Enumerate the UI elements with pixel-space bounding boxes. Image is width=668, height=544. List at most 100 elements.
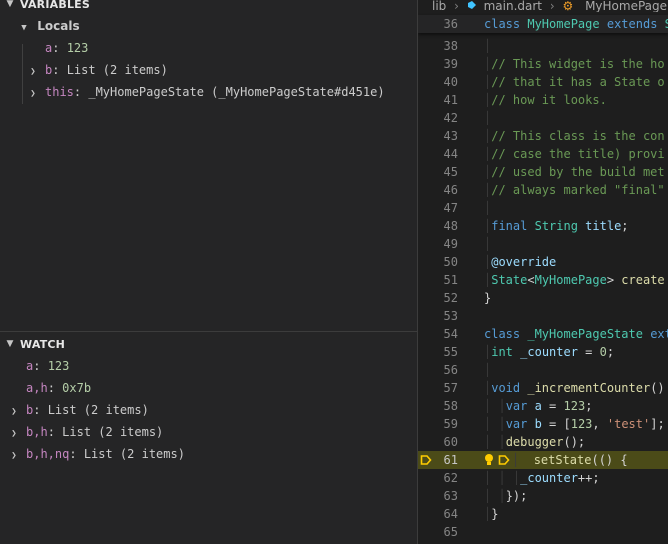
local-variable-row[interactable]: a: 123 bbox=[0, 37, 417, 59]
class-symbol-icon: ⚙ bbox=[562, 0, 574, 12]
chevron-right-icon[interactable]: ❯ bbox=[8, 445, 20, 467]
code-line[interactable]: 56 │ bbox=[418, 361, 668, 379]
code-token: │ │ bbox=[484, 489, 506, 503]
line-number: 55 bbox=[443, 345, 458, 359]
line-code: │ bbox=[484, 37, 491, 55]
watch-expression-row[interactable]: a: 123 bbox=[0, 355, 417, 377]
code-token: extends bbox=[606, 17, 665, 31]
code-token: < bbox=[527, 273, 535, 287]
watch-expression-row[interactable]: ❯ b,h: List (2 items) bbox=[0, 421, 417, 445]
code-line[interactable]: 44 │// case the title) provi bbox=[418, 145, 668, 163]
chevron-down-icon: ▼ bbox=[6, 339, 14, 349]
code-line[interactable]: 55 │int _counter = 0; bbox=[418, 343, 668, 361]
chevron-right-icon[interactable]: ❯ bbox=[8, 401, 20, 423]
code-token: @override bbox=[491, 255, 557, 269]
line-number: 52 bbox=[443, 291, 458, 305]
watch-expression-row[interactable]: a,h: 0x7b bbox=[0, 377, 417, 399]
chevron-right-icon[interactable]: ❯ bbox=[8, 423, 20, 445]
line-number: 54 bbox=[443, 327, 458, 341]
line-number: 49 bbox=[443, 237, 458, 251]
code-token: a bbox=[534, 399, 550, 413]
code-line[interactable]: 65 bbox=[418, 523, 668, 541]
variables-section-header[interactable]: ▼ VARIABLES bbox=[0, 0, 417, 15]
code-line[interactable]: 39 │// This widget is the ho bbox=[418, 55, 668, 73]
locals-scope[interactable]: ▼ Locals bbox=[0, 15, 417, 37]
local-variable-value: 123 bbox=[66, 41, 89, 55]
breadcrumb-file[interactable]: main.dart bbox=[484, 0, 542, 12]
line-number: 48 bbox=[443, 219, 458, 233]
code-line[interactable]: 60 │ │debugger(); bbox=[418, 433, 668, 451]
watch-section-header[interactable]: ▼ WATCH bbox=[0, 333, 417, 355]
lightbulb-icon[interactable] bbox=[484, 453, 494, 467]
breadcrumb-folder[interactable]: lib bbox=[432, 0, 446, 12]
code-line[interactable]: 61 │ setState(() { bbox=[418, 451, 668, 469]
local-variable-row[interactable]: ❯ b: List (2 items) bbox=[0, 59, 417, 83]
code-line[interactable]: 63 │ │}); bbox=[418, 487, 668, 505]
code-token: class bbox=[484, 17, 528, 31]
line-code: │ bbox=[484, 235, 491, 253]
watch-expression-value: 0x7b bbox=[62, 381, 92, 395]
chevron-right-icon: › bbox=[454, 0, 459, 12]
watch-expression-value: List (2 items) bbox=[47, 403, 149, 417]
line-number: 51 bbox=[443, 273, 458, 287]
line-code: │ │}); bbox=[484, 487, 527, 505]
code-line[interactable]: 58 │ │var a = 123; bbox=[418, 397, 668, 415]
code-token: (); bbox=[563, 435, 586, 449]
code-line[interactable]: 41 │// how it looks. bbox=[418, 91, 668, 109]
code-line[interactable]: 50 │@override bbox=[418, 253, 668, 271]
code-line[interactable]: 45 │// used by the build met bbox=[418, 163, 668, 181]
line-number: 45 bbox=[443, 165, 458, 179]
code-token: // This class is the con bbox=[491, 129, 665, 143]
code-token: State bbox=[491, 273, 528, 287]
debug-stackframe-arrow-icon[interactable] bbox=[420, 454, 432, 466]
code-token: _counter bbox=[520, 345, 586, 359]
code-line[interactable]: 59 │ │var b = [123, 'test']; bbox=[418, 415, 668, 433]
code-line[interactable]: 51 │State<MyHomePage> create bbox=[418, 271, 668, 289]
code-line[interactable]: 53 bbox=[418, 307, 668, 325]
sticky-scroll-line[interactable]: 36 class MyHomePage extends S bbox=[418, 15, 668, 33]
code-editor[interactable]: lib › main.dart › ⚙ _MyHomePage 36 class … bbox=[418, 0, 668, 544]
code-line[interactable]: 47 │ bbox=[418, 199, 668, 217]
watch-expression-row[interactable]: ❯ b: List (2 items) bbox=[0, 399, 417, 423]
code-token: class bbox=[484, 327, 528, 341]
line-code: │ setState(() { bbox=[512, 451, 628, 469]
local-variable-row[interactable]: ❯ this: _MyHomePageState (_MyHomePageStat… bbox=[0, 81, 417, 105]
line-code: │@override bbox=[484, 253, 556, 271]
line-code: class _MyHomePageState ext bbox=[484, 325, 668, 343]
chevron-right-icon[interactable]: ❯ bbox=[27, 83, 39, 105]
local-variable-name: this bbox=[45, 85, 74, 99]
line-code: │State<MyHomePage> create bbox=[484, 271, 665, 289]
line-code: class MyHomePage extends S bbox=[484, 15, 668, 33]
code-line[interactable]: 64 │} bbox=[418, 505, 668, 523]
chevron-right-icon[interactable]: ❯ bbox=[27, 61, 39, 83]
line-code: } bbox=[484, 289, 491, 307]
code-token: │ bbox=[484, 201, 492, 215]
name-value-separator: : bbox=[33, 403, 48, 417]
code-line[interactable]: 46 │// always marked "final" bbox=[418, 181, 668, 199]
code-token: ++; bbox=[577, 471, 600, 485]
breadcrumb-symbol[interactable]: _MyHomePage bbox=[579, 0, 667, 12]
code-token: // how it looks. bbox=[491, 93, 607, 107]
code-token: var bbox=[505, 399, 535, 413]
code-line[interactable]: 43 │// This class is the con bbox=[418, 127, 668, 145]
code-line[interactable]: 42 │ bbox=[418, 109, 668, 127]
code-line[interactable]: 52} bbox=[418, 289, 668, 307]
name-value-separator: : bbox=[52, 63, 67, 77]
code-token: _counter bbox=[520, 471, 578, 485]
code-line[interactable]: 57 │void _incrementCounter() bbox=[418, 379, 668, 397]
code-line[interactable]: 38 │ bbox=[418, 37, 668, 55]
code-line[interactable]: 40 │// that it has a State o bbox=[418, 73, 668, 91]
line-code: │void _incrementCounter() bbox=[484, 379, 665, 397]
code-token: │ bbox=[512, 453, 534, 467]
code-token: ; bbox=[606, 345, 615, 359]
line-code: │ │var a = 123; bbox=[484, 397, 592, 415]
code-token: }); bbox=[505, 489, 528, 503]
code-token: 0 bbox=[599, 345, 607, 359]
watch-expression-row[interactable]: ❯ b,h,nq: List (2 items) bbox=[0, 443, 417, 467]
code-line[interactable]: 48 │final String title; bbox=[418, 217, 668, 235]
code-line[interactable]: 62 │ │ │_counter++; bbox=[418, 469, 668, 487]
name-value-separator: : bbox=[52, 41, 67, 55]
line-code: │// always marked "final" bbox=[484, 181, 665, 199]
code-line[interactable]: 49 │ bbox=[418, 235, 668, 253]
code-line[interactable]: 54 class _MyHomePageState ext bbox=[418, 325, 668, 343]
